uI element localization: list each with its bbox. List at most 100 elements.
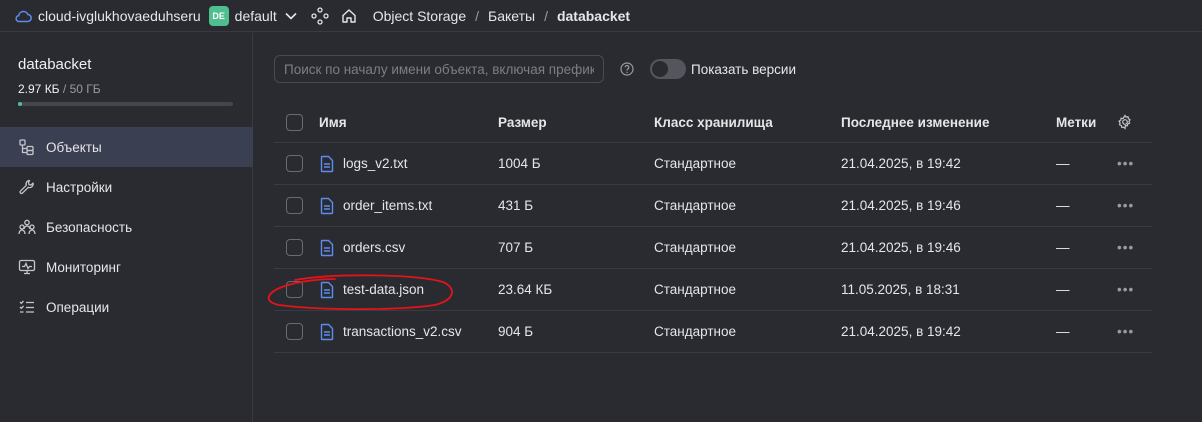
breadcrumb-separator: / <box>475 7 479 24</box>
file-size: 431 Б <box>498 198 534 213</box>
table-header: Имя Размер Класс хранилища Последнее изм… <box>274 102 1152 143</box>
row-checkbox[interactable] <box>286 281 303 298</box>
storage-class: Стандартное <box>654 156 736 171</box>
users-icon <box>18 218 36 236</box>
top-bar: cloud-ivglukhovaeduhseru DE default Obje… <box>0 0 1202 32</box>
usage-used: 2.97 КБ <box>18 82 60 96</box>
file-name[interactable]: orders.csv <box>343 240 405 255</box>
column-header-modified[interactable]: Последнее изменение <box>841 115 989 130</box>
file-name-cell[interactable]: test-data.json <box>319 281 424 299</box>
column-header-name[interactable]: Имя <box>319 115 347 130</box>
file-name[interactable]: transactions_v2.csv <box>343 324 462 339</box>
file-name-cell[interactable]: orders.csv <box>319 239 405 257</box>
table-row[interactable]: test-data.json 23.64 КБ Стандартное 11.05.2… <box>274 269 1152 311</box>
file-name[interactable]: logs_v2.txt <box>343 156 408 171</box>
more-actions-button[interactable]: ••• <box>1117 324 1134 339</box>
row-checkbox[interactable] <box>286 239 303 256</box>
breadcrumb-separator: / <box>544 7 548 24</box>
sidebar-item-operations[interactable]: Операции <box>0 287 253 327</box>
breadcrumb-object-storage[interactable]: Object Storage <box>373 8 466 24</box>
file-name-cell[interactable]: transactions_v2.csv <box>319 323 462 341</box>
file-size: 1004 Б <box>498 156 541 171</box>
tags-value: — <box>1056 240 1070 255</box>
sidebar-item-label: Настройки <box>46 179 113 195</box>
file-size: 904 Б <box>498 324 534 339</box>
sidebar-item-label: Безопасность <box>46 219 133 235</box>
column-header-storage-class[interactable]: Класс хранилища <box>654 115 773 130</box>
modified-date: 21.04.2025, в 19:42 <box>841 324 961 339</box>
tags-value: — <box>1056 324 1070 339</box>
file-icon <box>319 323 335 341</box>
table-row[interactable]: orders.csv 707 Б Стандартное 21.04.2025, в … <box>274 227 1152 269</box>
row-checkbox[interactable] <box>286 197 303 214</box>
more-actions-button[interactable]: ••• <box>1117 240 1134 255</box>
file-icon <box>319 239 335 257</box>
storage-class: Стандартное <box>654 198 736 213</box>
file-name-cell[interactable]: order_items.txt <box>319 197 432 215</box>
gear-icon[interactable] <box>1117 114 1133 130</box>
cloud-icon <box>14 7 32 25</box>
row-checkbox[interactable] <box>286 155 303 172</box>
modified-date: 21.04.2025, в 19:42 <box>841 156 961 171</box>
file-size: 23.64 КБ <box>498 282 553 297</box>
cloud-name-link[interactable]: cloud-ivglukhovaeduhseru <box>38 8 201 24</box>
sidebar-item-security[interactable]: Безопасность <box>0 207 253 247</box>
column-header-size[interactable]: Размер <box>498 115 547 130</box>
chevron-down-icon[interactable] <box>285 12 297 20</box>
folder-badge: DE <box>208 5 229 26</box>
table-row[interactable]: order_items.txt 431 Б Стандартное 21.04.202… <box>274 185 1152 227</box>
wrench-icon <box>18 178 36 196</box>
more-actions-button[interactable]: ••• <box>1117 198 1134 213</box>
sidebar-item-label: Мониторинг <box>46 259 121 275</box>
file-name[interactable]: test-data.json <box>343 282 424 297</box>
file-size: 707 Б <box>498 240 534 255</box>
more-actions-button[interactable]: ••• <box>1117 282 1134 297</box>
storage-class: Стандартное <box>654 282 736 297</box>
sidebar-item-objects[interactable]: Объекты <box>0 127 253 167</box>
table-row[interactable]: transactions_v2.csv 904 Б Стандартное 21.04… <box>274 311 1152 353</box>
objects-table: Имя Размер Класс хранилища Последнее изм… <box>274 102 1152 353</box>
breadcrumb-current: databacket <box>556 7 631 24</box>
sidebar: databacket 2.97 КБ / 50 ГБ Объекты Настр… <box>0 33 253 422</box>
column-header-tags: Метки <box>1056 114 1097 130</box>
more-actions-button[interactable]: ••• <box>1117 156 1134 171</box>
objects-icon <box>18 138 36 156</box>
show-versions-toggle[interactable] <box>650 59 686 79</box>
list-icon <box>18 298 36 316</box>
file-name-cell[interactable]: logs_v2.txt <box>319 155 408 173</box>
file-name[interactable]: order_items.txt <box>343 198 432 213</box>
sidebar-item-monitoring[interactable]: Мониторинг <box>0 247 253 287</box>
show-versions-label: Показать версии <box>691 62 797 77</box>
home-icon[interactable] <box>341 8 357 24</box>
monitor-icon <box>18 258 36 276</box>
modified-date: 21.04.2025, в 19:46 <box>841 198 961 213</box>
search-input[interactable] <box>274 55 604 83</box>
file-icon <box>319 155 335 173</box>
toggle-knob <box>652 61 668 77</box>
tags-value: — <box>1056 282 1070 297</box>
bucket-name: databacket <box>18 56 92 73</box>
usage-bar-fill <box>18 102 22 106</box>
tags-value: — <box>1056 198 1070 213</box>
folder-selector[interactable]: default <box>235 8 277 24</box>
breadcrumb-buckets[interactable]: Бакеты <box>488 8 535 24</box>
modified-date: 11.05.2025, в 18:31 <box>841 282 960 297</box>
storage-class: Стандартное <box>654 240 736 255</box>
help-icon[interactable] <box>620 62 634 76</box>
usage-bar <box>18 102 233 106</box>
usage-total: / 50 ГБ <box>59 82 101 96</box>
table-row[interactable]: logs_v2.txt 1004 Б Стандартное 21.04.2025, … <box>274 143 1152 185</box>
sidebar-nav: Объекты Настройки Безопасность Мониторин… <box>0 127 253 327</box>
sidebar-item-settings[interactable]: Настройки <box>0 167 253 207</box>
tags-value: — <box>1056 156 1070 171</box>
select-all-checkbox[interactable] <box>286 113 303 131</box>
file-icon <box>319 281 335 299</box>
storage-class: Стандартное <box>654 324 736 339</box>
sidebar-item-label: Операции <box>46 299 110 315</box>
row-checkbox[interactable] <box>286 323 303 340</box>
bucket-usage: 2.97 КБ / 50 ГБ <box>18 82 101 96</box>
file-icon <box>319 197 335 215</box>
modified-date: 21.04.2025, в 19:46 <box>841 240 961 255</box>
sidebar-item-label: Объекты <box>46 139 102 155</box>
services-icon[interactable] <box>311 6 329 25</box>
